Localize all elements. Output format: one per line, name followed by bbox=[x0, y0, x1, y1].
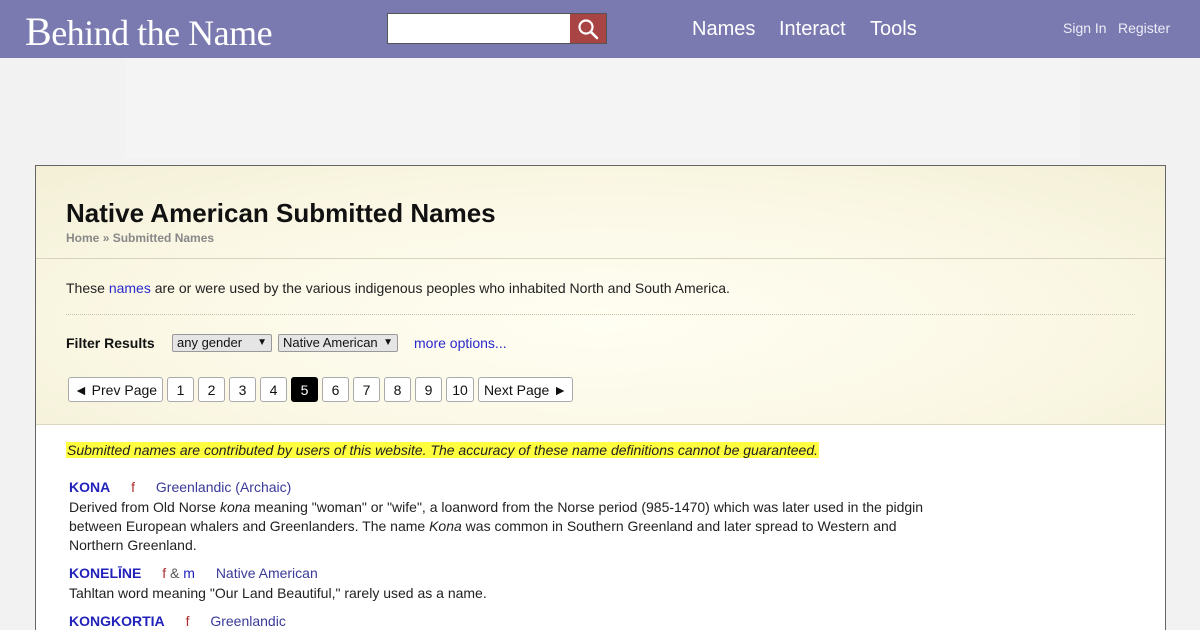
page-button-7[interactable]: 7 bbox=[353, 377, 380, 402]
gender-select[interactable]: any gender ▼ bbox=[172, 334, 272, 352]
usage-link[interactable]: Greenlandic bbox=[210, 613, 286, 629]
intro-after: are or were used by the various indigeno… bbox=[150, 280, 730, 296]
page-button-3[interactable]: 3 bbox=[229, 377, 256, 402]
page-button-2[interactable]: 2 bbox=[198, 377, 225, 402]
nav-names[interactable]: Names bbox=[692, 18, 755, 41]
disclaimer: Submitted names are contributed by users… bbox=[66, 442, 819, 458]
more-options-link[interactable]: more options... bbox=[414, 335, 507, 351]
name-entry-header: KONGKORTIA f Greenlandic bbox=[69, 613, 286, 629]
name-link[interactable]: KONA bbox=[69, 479, 110, 495]
page-button-4[interactable]: 4 bbox=[260, 377, 287, 402]
register-link[interactable]: Register bbox=[1118, 20, 1170, 36]
name-link[interactable]: KONELĪNE bbox=[69, 565, 141, 581]
prev-page-button[interactable]: ◄ Prev Page bbox=[68, 377, 163, 402]
names-link[interactable]: names bbox=[109, 280, 151, 296]
sign-in-link[interactable]: Sign In bbox=[1063, 20, 1107, 36]
breadcrumb: Home » Submitted Names bbox=[66, 231, 214, 245]
page-button-9[interactable]: 9 bbox=[415, 377, 442, 402]
page-button-5-current[interactable]: 5 bbox=[291, 377, 318, 402]
gender-male: m bbox=[183, 565, 195, 581]
intro-before: These bbox=[66, 280, 109, 296]
usage-link[interactable]: Greenlandic (Archaic) bbox=[156, 479, 291, 495]
search-button[interactable] bbox=[570, 14, 606, 43]
desc-text: Derived from Old Norse bbox=[69, 499, 220, 515]
breadcrumb-submitted-names[interactable]: Submitted Names bbox=[113, 231, 214, 245]
logo-initial: B bbox=[25, 9, 52, 54]
gender-female: f bbox=[131, 479, 136, 495]
origin-select[interactable]: Native American ▼ bbox=[278, 334, 398, 352]
search-input[interactable] bbox=[390, 16, 570, 41]
page-button-8[interactable]: 8 bbox=[384, 377, 411, 402]
desc-italic: kona bbox=[219, 499, 251, 515]
gender-separator: & bbox=[170, 565, 180, 581]
name-description: Derived from Old Norse kona meaning "wom… bbox=[69, 498, 939, 555]
name-link[interactable]: KONGKORTIA bbox=[69, 613, 165, 629]
site-logo[interactable]: Behind the Name bbox=[25, 8, 273, 55]
page-button-1[interactable]: 1 bbox=[167, 377, 194, 402]
origin-select-value: Native American bbox=[283, 335, 378, 350]
dropdown-arrow-icon: ▼ bbox=[383, 337, 393, 348]
gender-select-value: any gender bbox=[177, 335, 243, 350]
filter-label: Filter Results bbox=[66, 335, 155, 351]
main-content: Native American Submitted Names Home » S… bbox=[35, 165, 1166, 630]
breadcrumb-separator: » bbox=[102, 231, 110, 245]
nav-interact[interactable]: Interact bbox=[779, 18, 846, 41]
page-title: Native American Submitted Names bbox=[66, 198, 496, 228]
dropdown-arrow-icon: ▼ bbox=[257, 337, 267, 348]
breadcrumb-home[interactable]: Home bbox=[66, 231, 99, 245]
logo-text: ehind the Name bbox=[51, 13, 273, 53]
search-icon bbox=[578, 18, 599, 39]
site-header: Behind the Name Names Interact Tools Sig… bbox=[0, 0, 1200, 58]
usage-link[interactable]: Native American bbox=[216, 565, 318, 581]
desc-italic: Kona bbox=[429, 518, 462, 534]
page-button-6[interactable]: 6 bbox=[322, 377, 349, 402]
page-header-panel: Native American Submitted Names Home » S… bbox=[36, 166, 1165, 425]
gender-female: f bbox=[162, 565, 167, 581]
name-description: Tahltan word meaning "Our Land Beautiful… bbox=[69, 585, 487, 601]
next-page-button[interactable]: Next Page ► bbox=[478, 377, 573, 402]
divider bbox=[66, 314, 1135, 315]
search-box bbox=[387, 13, 607, 44]
ad-space bbox=[125, 58, 1080, 158]
intro-text: These names are or were used by the vari… bbox=[66, 280, 730, 296]
name-entry-header: KONA f Greenlandic (Archaic) bbox=[69, 479, 291, 495]
name-entry-header: KONELĪNE f & m Native American bbox=[69, 565, 318, 581]
nav-tools[interactable]: Tools bbox=[870, 18, 917, 41]
gender-female: f bbox=[185, 613, 190, 629]
page-button-10[interactable]: 10 bbox=[446, 377, 474, 402]
